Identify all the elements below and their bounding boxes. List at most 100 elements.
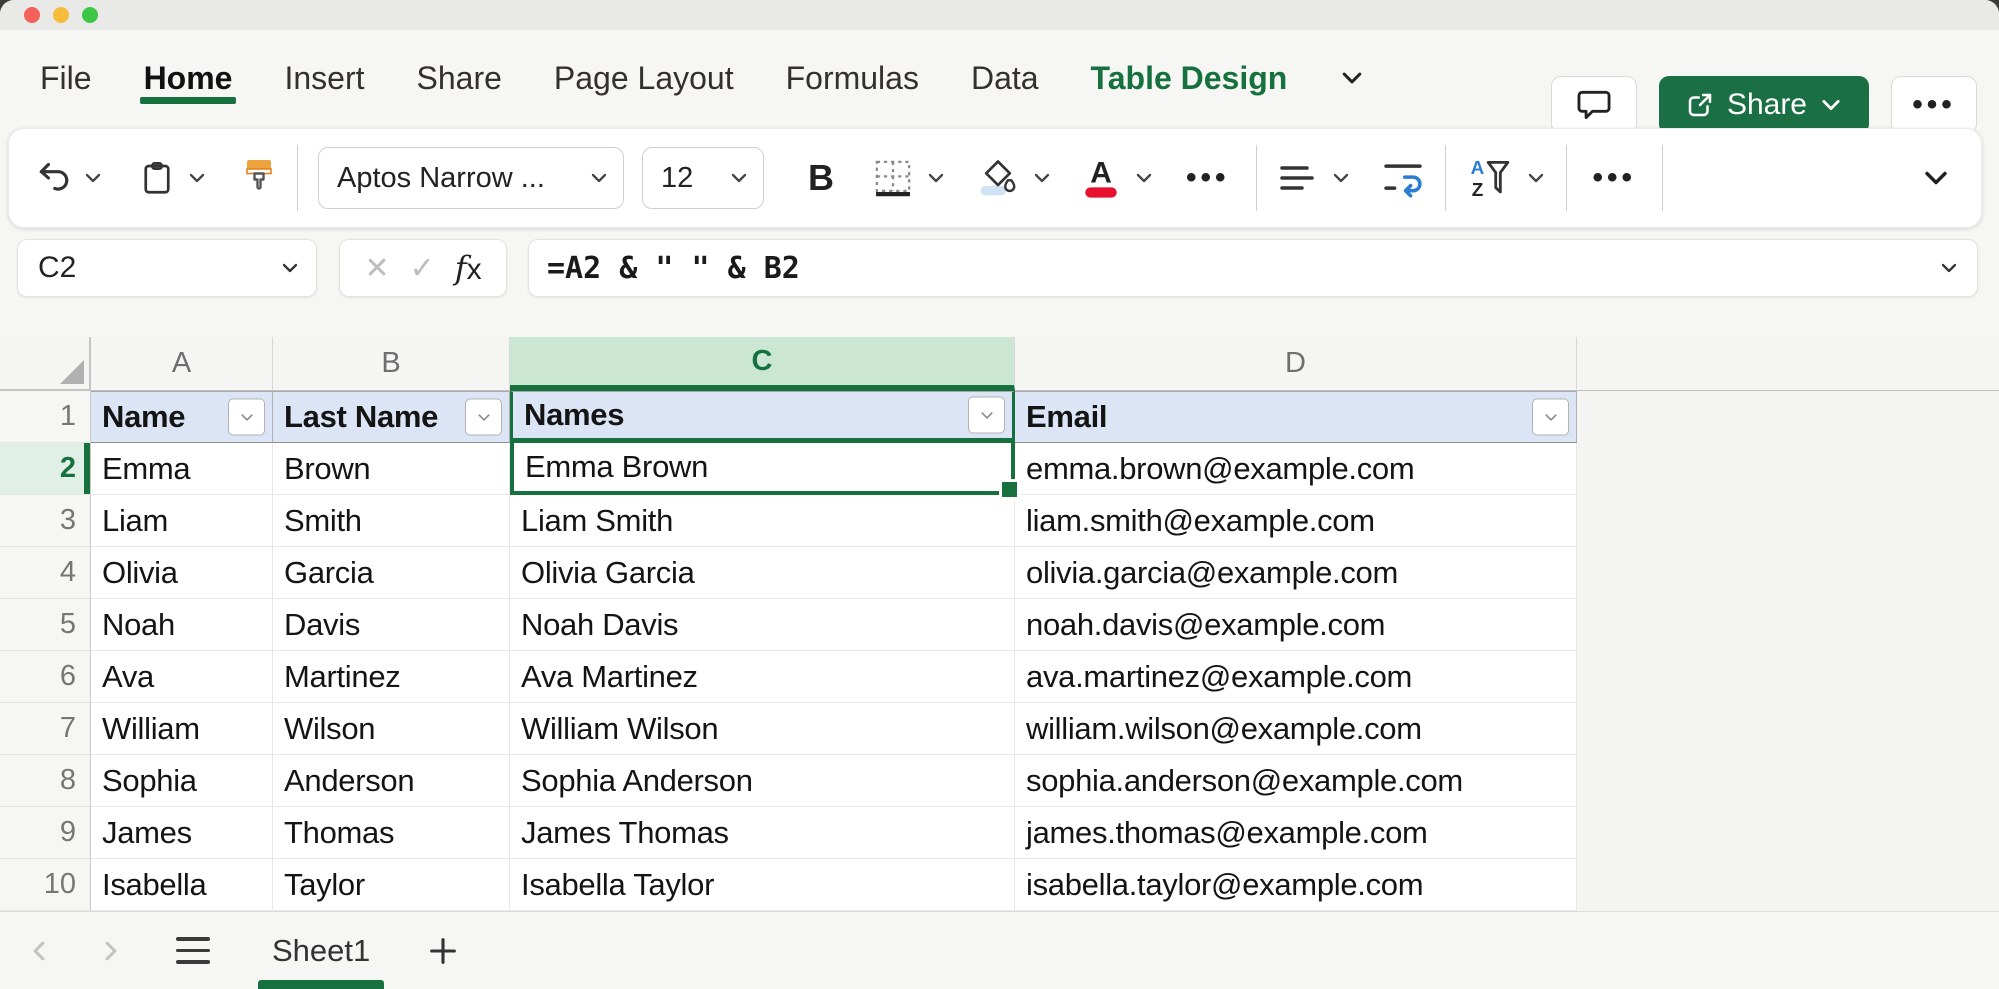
fill-handle[interactable] (999, 479, 1020, 500)
font-name-select[interactable]: Aptos Narrow ... (318, 147, 624, 209)
paste-button[interactable] (139, 159, 207, 197)
cell-B10[interactable]: Taylor (273, 859, 510, 911)
cell-B6[interactable]: Martinez (273, 651, 510, 703)
column-header-C[interactable]: C (510, 337, 1015, 391)
cell-A6[interactable]: Ava (91, 651, 273, 703)
cell-C7[interactable]: William Wilson (510, 703, 1015, 755)
filter-button-email[interactable] (1532, 399, 1569, 436)
add-sheet-button[interactable] (426, 934, 460, 968)
cell-C1[interactable]: Names (510, 391, 1015, 443)
cell-B9[interactable]: Thomas (273, 807, 510, 859)
select-all-corner[interactable] (0, 337, 91, 391)
filter-button-last-name[interactable] (465, 399, 502, 436)
tab-home[interactable]: Home (144, 30, 233, 126)
cell-D10[interactable]: isabella.taylor@example.com (1015, 859, 1577, 911)
tab-page-layout[interactable]: Page Layout (554, 30, 734, 126)
more-toolbar-options-button[interactable]: ••• (1587, 161, 1643, 195)
row-header-1[interactable]: 1 (0, 391, 91, 443)
cell-A9[interactable]: James (91, 807, 273, 859)
cell-A5[interactable]: Noah (91, 599, 273, 651)
tab-formulas[interactable]: Formulas (786, 30, 919, 126)
alignment-button[interactable] (1277, 158, 1351, 198)
font-color-button[interactable]: A (1080, 156, 1154, 200)
cell-A3[interactable]: Liam (91, 495, 273, 547)
close-window-button[interactable] (24, 7, 40, 23)
row-header-7[interactable]: 7 (0, 703, 91, 755)
cell-A4[interactable]: Olivia (91, 547, 273, 599)
cell-value: Garcia (284, 555, 374, 591)
next-sheet-button[interactable] (98, 938, 124, 964)
cell-A10[interactable]: Isabella (91, 859, 273, 911)
cell-D7[interactable]: william.wilson@example.com (1015, 703, 1577, 755)
previous-sheet-button[interactable] (26, 938, 52, 964)
insert-function-button[interactable]: fx (455, 249, 482, 287)
cell-C3[interactable]: Liam Smith (510, 495, 1015, 547)
zoom-window-button[interactable] (82, 7, 98, 23)
row-header-9[interactable]: 9 (0, 807, 91, 859)
cell-C4[interactable]: Olivia Garcia (510, 547, 1015, 599)
cell-B4[interactable]: Garcia (273, 547, 510, 599)
cell-C10[interactable]: Isabella Taylor (510, 859, 1015, 911)
cancel-entry-button[interactable]: ✕ (364, 251, 389, 286)
collapse-ribbon-button[interactable] (1921, 163, 1951, 193)
cell-B2[interactable]: Brown (273, 443, 510, 495)
accept-entry-button[interactable]: ✓ (410, 251, 435, 286)
tab-insert[interactable]: Insert (284, 30, 364, 126)
fx-sub-label: x (467, 253, 482, 286)
cell-A2[interactable]: Emma (91, 443, 273, 495)
undo-button[interactable] (35, 159, 103, 197)
column-header-D[interactable]: D (1015, 337, 1577, 391)
cell-C8[interactable]: Sophia Anderson (510, 755, 1015, 807)
cell-D4[interactable]: olivia.garcia@example.com (1015, 547, 1577, 599)
cell-C6[interactable]: Ava Martinez (510, 651, 1015, 703)
bold-button[interactable]: B (802, 157, 840, 199)
cell-D5[interactable]: noah.davis@example.com (1015, 599, 1577, 651)
cell-C2[interactable]: Emma Brown (510, 443, 1015, 495)
cell-D9[interactable]: james.thomas@example.com (1015, 807, 1577, 859)
sheet-list-button[interactable] (176, 937, 210, 964)
minimize-window-button[interactable] (53, 7, 69, 23)
wrap-text-button[interactable] (1381, 157, 1425, 199)
row-header-5[interactable]: 5 (0, 599, 91, 651)
filter-button-names[interactable] (968, 397, 1005, 434)
formula-input[interactable]: =A2 & " " & B2 (528, 239, 1978, 297)
filter-button-name[interactable] (228, 399, 265, 436)
format-painter-button[interactable] (241, 157, 277, 199)
cell-B7[interactable]: Wilson (273, 703, 510, 755)
row-header-3[interactable]: 3 (0, 495, 91, 547)
sheet-tab-sheet1[interactable]: Sheet1 (256, 912, 386, 989)
cell-B3[interactable]: Smith (273, 495, 510, 547)
cell-D1[interactable]: Email (1015, 391, 1577, 443)
cell-B1[interactable]: Last Name (273, 391, 510, 443)
more-tabs-chevron-icon[interactable] (1339, 65, 1365, 91)
borders-button[interactable] (872, 157, 946, 199)
cell-C5[interactable]: Noah Davis (510, 599, 1015, 651)
cell-B5[interactable]: Davis (273, 599, 510, 651)
row-header-4[interactable]: 4 (0, 547, 91, 599)
name-box[interactable]: C2 (17, 239, 317, 297)
tab-file[interactable]: File (40, 30, 92, 126)
cell-A1[interactable]: Name (91, 391, 273, 443)
row-header-10[interactable]: 10 (0, 859, 91, 911)
cell-B8[interactable]: Anderson (273, 755, 510, 807)
borders-icon (872, 157, 914, 199)
row-header-8[interactable]: 8 (0, 755, 91, 807)
cell-D3[interactable]: liam.smith@example.com (1015, 495, 1577, 547)
font-size-select[interactable]: 12 (642, 147, 764, 209)
fill-color-button[interactable] (976, 156, 1052, 200)
sort-filter-button[interactable]: AZ (1466, 155, 1546, 201)
cell-D8[interactable]: sophia.anderson@example.com (1015, 755, 1577, 807)
column-header-A[interactable]: A (91, 337, 273, 391)
tab-table-design[interactable]: Table Design (1091, 30, 1288, 126)
cell-A7[interactable]: William (91, 703, 273, 755)
more-font-options-button[interactable]: ••• (1180, 161, 1236, 195)
tab-share[interactable]: Share (417, 30, 502, 126)
tab-data[interactable]: Data (971, 30, 1039, 126)
cell-A8[interactable]: Sophia (91, 755, 273, 807)
row-header-6[interactable]: 6 (0, 651, 91, 703)
cell-D6[interactable]: ava.martinez@example.com (1015, 651, 1577, 703)
row-header-2[interactable]: 2 (0, 443, 91, 495)
column-header-B[interactable]: B (273, 337, 510, 391)
cell-C9[interactable]: James Thomas (510, 807, 1015, 859)
cell-D2[interactable]: emma.brown@example.com (1015, 443, 1577, 495)
